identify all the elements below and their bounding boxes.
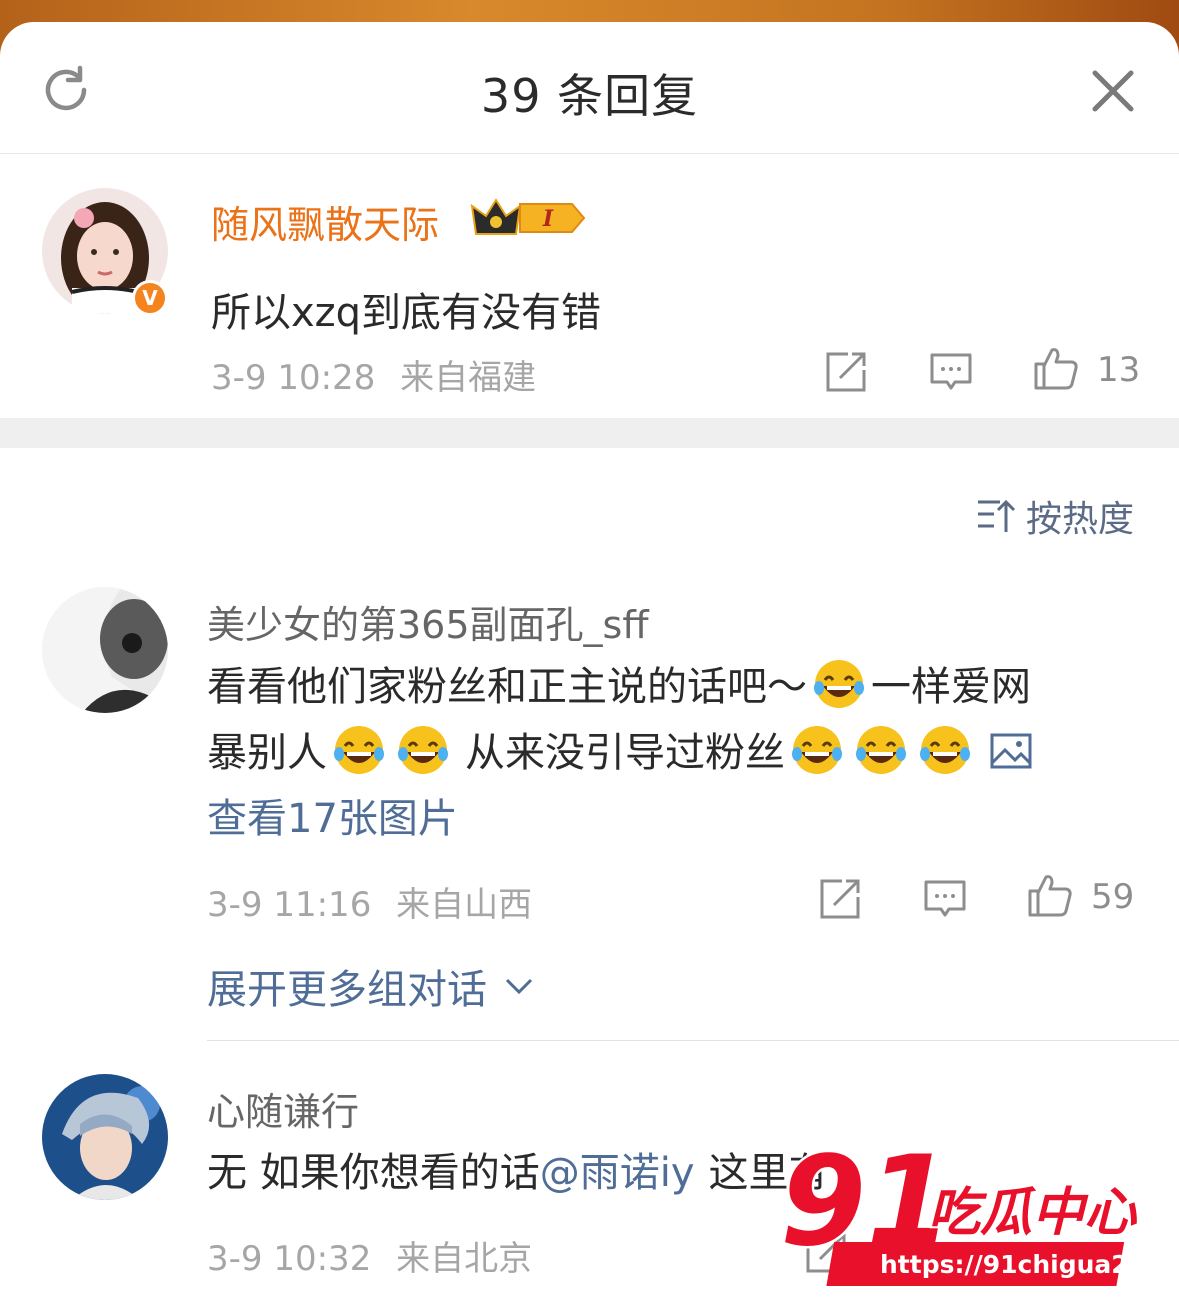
mention-link[interactable]: @雨诺iy <box>540 1150 695 1196</box>
page-title: 39 条回复 <box>480 69 699 123</box>
laughing-tears-emoji-icon <box>398 726 448 774</box>
thread-divider <box>207 1040 1179 1041</box>
reply-time: 3-9 10:32 <box>207 1239 372 1279</box>
sort-icon <box>978 499 1016 532</box>
view-images-link[interactable]: 查看17张图片 <box>207 786 458 852</box>
chevron-down-icon <box>505 978 533 995</box>
comment-location: 来自福建 <box>400 358 537 398</box>
comment-icon[interactable] <box>929 350 973 394</box>
comment-meta: 3-9 10:28 来自福建 <box>211 350 536 399</box>
watermark-logo: 91 吃瓜中心 https://91chigua20.com <box>760 1118 1179 1298</box>
laughing-tears-emoji-icon <box>792 726 842 774</box>
share-icon[interactable] <box>818 877 862 921</box>
like-count: 59 <box>1091 877 1135 917</box>
reply-time: 3-9 11:16 <box>207 885 372 925</box>
vip-crown-icon: I <box>470 198 586 235</box>
laughing-tears-emoji-icon <box>856 726 906 774</box>
comment-time: 3-9 10:28 <box>211 358 376 398</box>
avatar[interactable] <box>42 587 168 713</box>
sort-toggle[interactable]: 按热度 <box>976 494 1134 540</box>
sheet-header: 39 条回复 <box>0 22 1179 154</box>
laughing-tears-emoji-icon <box>334 726 384 774</box>
expand-label: 展开更多组对话 <box>207 967 487 1013</box>
username[interactable]: 随风飘散天际 <box>211 194 439 249</box>
sort-label: 按热度 <box>1026 499 1135 540</box>
section-divider <box>0 418 1179 448</box>
svg-text:吃瓜中心: 吃瓜中心 <box>928 1183 1138 1243</box>
reply-text-line: 暴别人 从来没引导过粉丝 <box>207 720 1033 786</box>
reply-text: 无 如果你想看的话@雨诺iy 这里有 <box>207 1150 829 1196</box>
like-icon[interactable] <box>1026 871 1074 919</box>
close-icon[interactable] <box>1090 68 1136 114</box>
expand-more-button[interactable]: 展开更多组对话 <box>207 957 537 1015</box>
svg-text:https://91chigua20.com: https://91chigua20.com <box>880 1250 1160 1279</box>
verified-badge: V <box>132 280 168 316</box>
like-count: 13 <box>1097 350 1141 390</box>
vip-level: I <box>542 206 554 232</box>
username[interactable]: 心随谦行 <box>207 1081 359 1136</box>
reply-meta: 3-9 11:16 来自山西 <box>207 877 532 926</box>
avatar[interactable] <box>42 1074 168 1200</box>
reply-text-line: 看看他们家粉丝和正主说的话吧～ 一样爱网 <box>207 654 1031 720</box>
comment-text: 所以xzq到底有没有错 <box>211 290 602 336</box>
username[interactable]: 美少女的第365副面孔_sff <box>207 594 649 649</box>
laughing-tears-emoji-icon <box>814 660 864 708</box>
laughing-tears-emoji-icon <box>920 726 970 774</box>
reply-meta: 3-9 10:32 来自北京 <box>207 1231 532 1280</box>
replies-sheet: 39 条回复 V 随风飘散天际 I 所以xzq到底有没有错 3-9 10:28 … <box>0 22 1179 1310</box>
comment-icon[interactable] <box>923 877 967 921</box>
share-icon[interactable] <box>824 350 868 394</box>
image-icon <box>990 733 1032 769</box>
reply-location: 来自山西 <box>396 885 533 925</box>
reply-location: 来自北京 <box>396 1239 533 1279</box>
like-icon[interactable] <box>1032 344 1080 392</box>
